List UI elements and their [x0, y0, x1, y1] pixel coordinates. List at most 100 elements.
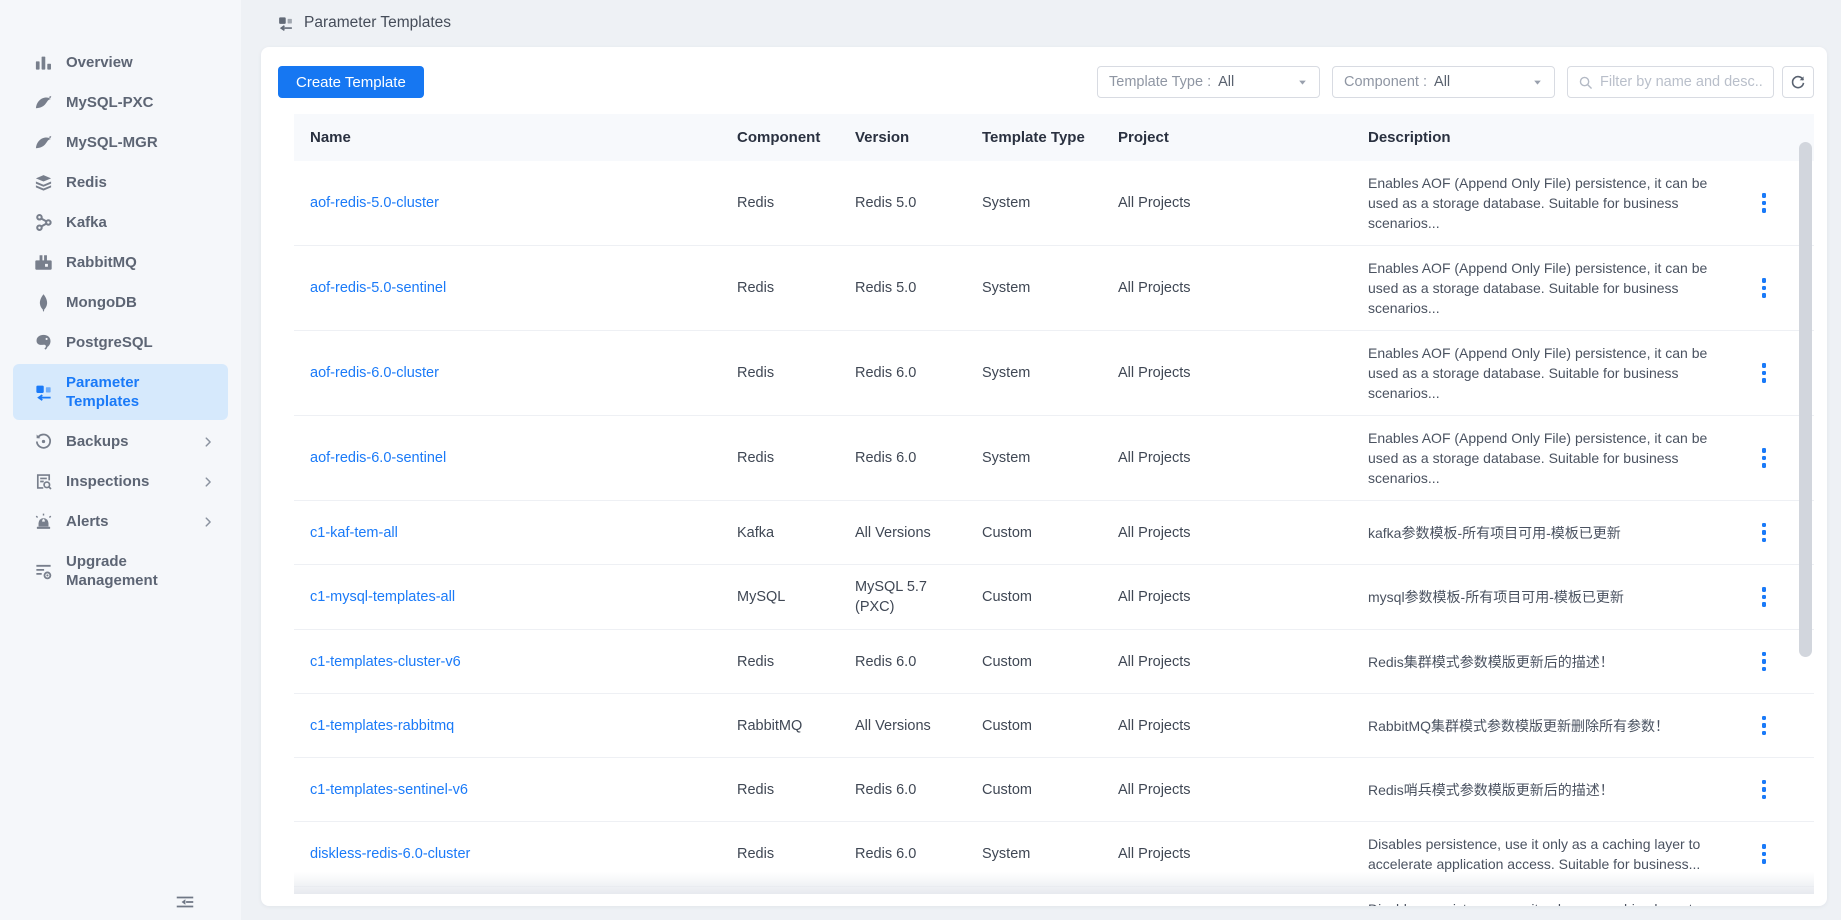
sidebar-item-parameter-templates[interactable]: Parameter Templates	[13, 364, 228, 420]
version-cell: Redis 6.0	[855, 844, 982, 864]
mysql-dolphin-icon	[34, 93, 53, 112]
template-name-link[interactable]: c1-templates-sentinel-v6	[310, 782, 468, 798]
column-header-name: Name	[294, 129, 737, 146]
version-cell: Redis 5.0	[855, 193, 982, 213]
create-template-button[interactable]: Create Template	[278, 66, 424, 98]
table-row: c1-templates-rabbitmq RabbitMQAll Version…	[294, 693, 1814, 757]
component-cell: MySQL	[737, 587, 855, 607]
column-header-component: Component	[737, 129, 855, 146]
template-name-link[interactable]: aof-redis-5.0-sentinel	[310, 280, 446, 296]
row-kebab-menu-icon[interactable]	[1756, 776, 1773, 804]
row-kebab-menu-icon[interactable]	[1756, 274, 1773, 302]
sidebar-item-label: MongoDB	[66, 293, 137, 312]
rabbitmq-icon	[34, 253, 53, 272]
component-cell: Redis	[737, 448, 855, 468]
sidebar-item-backups[interactable]: Backups	[13, 423, 228, 460]
template-name-link[interactable]: c1-kaf-tem-all	[310, 525, 398, 541]
row-kebab-menu-icon[interactable]	[1756, 905, 1773, 906]
project-cell: All Projects	[1118, 193, 1368, 213]
sidebar-item-label: MySQL-MGR	[66, 133, 158, 152]
template-name-link[interactable]: aof-redis-6.0-cluster	[310, 365, 439, 381]
row-kebab-menu-icon[interactable]	[1756, 712, 1773, 740]
sidebar-item-kafka[interactable]: Kafka	[13, 204, 228, 241]
chevron-down-icon	[1532, 77, 1543, 88]
row-actions-cell	[1736, 840, 1792, 868]
template-name-link[interactable]: c1-templates-rabbitmq	[310, 718, 454, 734]
sidebar-item-mysql-pxc[interactable]: MySQL-PXC	[13, 84, 228, 121]
version-cell: Redis 5.0	[855, 278, 982, 298]
template-name-cell: c1-mysql-templates-all	[294, 587, 737, 607]
redis-stack-icon	[34, 173, 53, 192]
template-name-cell: c1-templates-sentinel-v6	[294, 780, 737, 800]
description-cell: kafka参数模板-所有项目可用-模板已更新	[1368, 523, 1736, 543]
component-filter-label: Component :	[1344, 74, 1427, 90]
row-kebab-menu-icon[interactable]	[1756, 583, 1773, 611]
template-type-filter[interactable]: Template Type : All	[1097, 66, 1320, 98]
template-name-cell: c1-templates-rabbitmq	[294, 716, 737, 736]
sidebar-item-overview[interactable]: Overview	[13, 44, 228, 81]
parameter-templates-icon	[34, 383, 53, 402]
sidebar-item-label: RabbitMQ	[66, 253, 137, 272]
table-body: aof-redis-5.0-cluster Redis Redis 5.0 Syste…	[294, 161, 1814, 906]
table-row: diskless-redis-6.0-sentinelRedisRedis 6.…	[294, 886, 1814, 906]
upgrade-gear-icon	[34, 562, 53, 581]
sidebar-item-alerts[interactable]: Alerts	[13, 503, 228, 540]
table-row: aof-redis-5.0-clusterRedisRedis 5.0Syste…	[294, 161, 1814, 245]
component-cell: RabbitMQ	[737, 716, 855, 736]
table-row: c1-templates-sentinel-v6RedisRedis 6.0Cu…	[294, 757, 1814, 821]
row-kebab-menu-icon[interactable]	[1756, 648, 1773, 676]
template-name-link[interactable]: c1-mysql-templates-all	[310, 589, 455, 605]
sidebar-item-rabbitmq[interactable]: RabbitMQ	[13, 244, 228, 281]
template-name-cell: aof-redis-5.0-cluster	[294, 193, 737, 213]
refresh-button[interactable]	[1782, 66, 1814, 98]
sidebar-item-label: Inspections	[66, 472, 149, 491]
description-cell: Enables AOF (Append Only File) persisten…	[1368, 428, 1736, 488]
row-actions-cell	[1736, 905, 1792, 906]
sidebar-item-mongodb[interactable]: MongoDB	[13, 284, 228, 321]
row-kebab-menu-icon[interactable]	[1756, 519, 1773, 547]
vertical-scrollbar[interactable]	[1799, 142, 1812, 657]
sidebar-item-label: Upgrade Management	[66, 552, 198, 590]
row-kebab-menu-icon[interactable]	[1756, 840, 1773, 868]
chevron-right-icon	[201, 475, 215, 489]
sidebar-collapse-icon[interactable]	[174, 891, 196, 913]
row-kebab-menu-icon[interactable]	[1756, 189, 1773, 217]
templates-table: NameComponentVersionTemplate TypeProject…	[294, 114, 1814, 906]
row-actions-cell	[1736, 274, 1792, 302]
sidebar-item-postgresql[interactable]: PostgreSQL	[13, 324, 228, 361]
version-cell: Redis 6.0	[855, 652, 982, 672]
table-header-row: NameComponentVersionTemplate TypeProject…	[294, 114, 1814, 161]
sidebar-item-label: Alerts	[66, 512, 109, 531]
table-row: c1-templates-cluster-v6RedisRedis 6.0Cus…	[294, 629, 1814, 693]
template-name-cell: aof-redis-6.0-sentinel	[294, 448, 737, 468]
description-cell: Enables AOF (Append Only File) persisten…	[1368, 343, 1736, 403]
template-type-cell: Custom	[982, 780, 1118, 800]
version-cell: Redis 6.0	[855, 780, 982, 800]
search-icon	[1578, 75, 1593, 90]
template-name-link[interactable]: diskless-redis-6.0-cluster	[310, 846, 470, 862]
component-filter[interactable]: Component : All	[1332, 66, 1555, 98]
alarm-siren-icon	[34, 512, 53, 531]
description-cell: Disables persistence, use it only as a c…	[1368, 899, 1736, 906]
template-name-link[interactable]: aof-redis-5.0-cluster	[310, 195, 439, 211]
description-cell: Enables AOF (Append Only File) persisten…	[1368, 258, 1736, 318]
sidebar-item-inspections[interactable]: Inspections	[13, 463, 228, 500]
template-type-cell: System	[982, 363, 1118, 383]
project-cell: All Projects	[1118, 523, 1368, 543]
sidebar-item-upgrade-management[interactable]: Upgrade Management	[13, 543, 228, 599]
row-actions-cell	[1736, 712, 1792, 740]
version-cell: All Versions	[855, 523, 982, 543]
component-cell: Redis	[737, 363, 855, 383]
description-cell: Redis哨兵模式参数模版更新后的描述！	[1368, 780, 1736, 800]
search-input[interactable]	[1600, 74, 1763, 90]
sidebar-item-redis[interactable]: Redis	[13, 164, 228, 201]
template-name-link[interactable]: aof-redis-6.0-sentinel	[310, 450, 446, 466]
column-header-template-type: Template Type	[982, 129, 1118, 146]
bar-chart-icon	[34, 53, 53, 72]
search-box	[1567, 66, 1774, 98]
row-kebab-menu-icon[interactable]	[1756, 359, 1773, 387]
version-cell: All Versions	[855, 716, 982, 736]
row-kebab-menu-icon[interactable]	[1756, 444, 1773, 472]
template-name-link[interactable]: c1-templates-cluster-v6	[310, 654, 461, 670]
sidebar-item-mysql-mgr[interactable]: MySQL-MGR	[13, 124, 228, 161]
